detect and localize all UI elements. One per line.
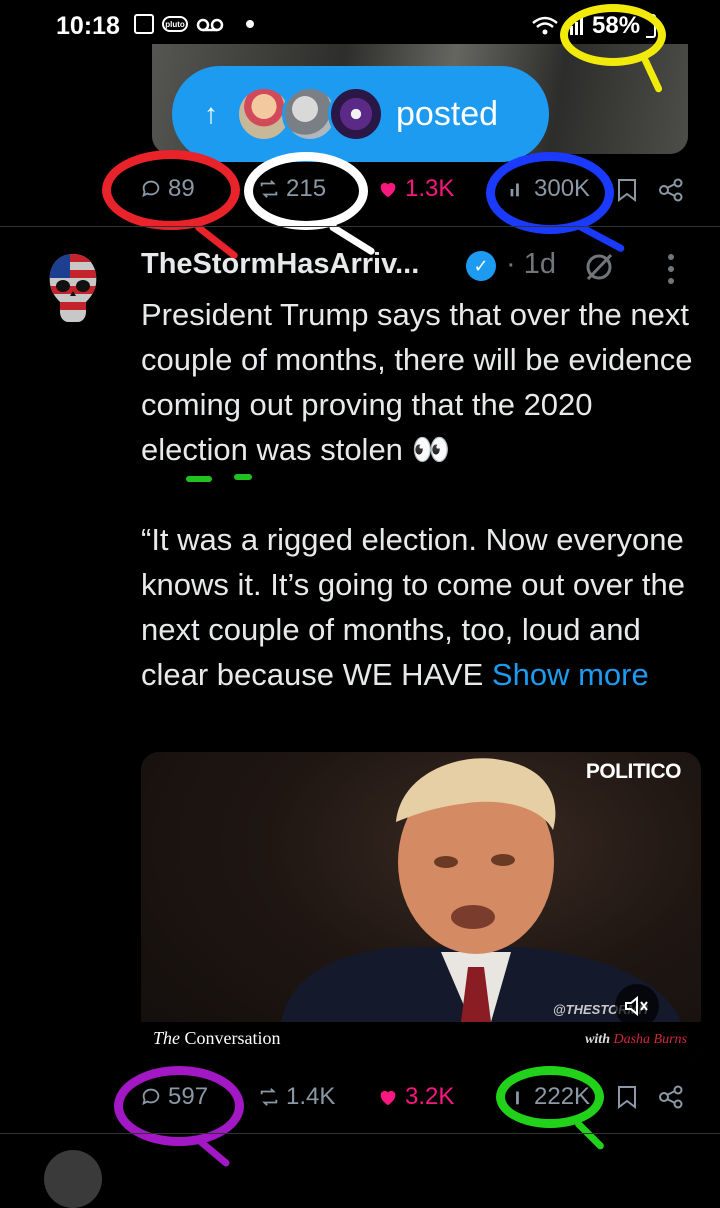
mute-icon[interactable] [615, 984, 659, 1028]
blue-annotation-ring [486, 152, 614, 234]
pluto-icon: pluto [162, 16, 188, 32]
like-button[interactable]: 1.3K [377, 175, 454, 203]
green-annotation-ring [496, 1066, 604, 1128]
show-title-name: Conversation [184, 1028, 281, 1048]
tweet-paragraph-1: President Trump says that over the next … [141, 297, 693, 467]
purple-annotation-tail [195, 1136, 231, 1168]
host-credit-prefix: with [585, 1032, 610, 1047]
author-avatar[interactable] [44, 252, 102, 336]
politico-logo: POLITICO [585, 760, 682, 783]
avatar [328, 86, 384, 142]
purple-annotation-ring [114, 1066, 244, 1146]
wifi-icon [532, 16, 558, 35]
tweet-paragraph-2: “It was a rigged election. Now everyone … [141, 517, 701, 697]
posted-avatars [236, 86, 384, 142]
bookmark-icon[interactable] [616, 178, 638, 202]
video-player[interactable]: POLITICO @THESTORMH The Conversation wit… [141, 752, 701, 1060]
post-separator [0, 1133, 720, 1134]
verified-badge-icon: ✓ [466, 251, 496, 281]
show-more-link[interactable]: Show more [492, 657, 649, 692]
post-age: · 1d [506, 248, 556, 280]
host-name: Dasha Burns [613, 1032, 687, 1047]
repost-button[interactable]: 1.4K [258, 1083, 335, 1111]
share-icon[interactable] [658, 1085, 684, 1109]
like-button[interactable]: 3.2K [377, 1083, 454, 1111]
voicemail-icon [196, 18, 224, 32]
grok-icon[interactable] [584, 252, 614, 282]
posted-label: posted [396, 94, 499, 133]
green-underline-mark [234, 474, 252, 480]
like-count: 3.2K [405, 1083, 455, 1110]
like-count: 1.3K [405, 175, 455, 202]
heart-icon [380, 1090, 396, 1106]
show-title-prefix: The [153, 1028, 180, 1048]
repost-count: 1.4K [286, 1083, 336, 1110]
more-options-icon[interactable] [666, 254, 676, 284]
red-annotation-ring [102, 150, 240, 230]
new-posts-pill[interactable]: ↑ posted [172, 66, 549, 162]
green-annotation-tail [573, 1119, 606, 1151]
tweet-text: President Trump says that over the next … [141, 292, 701, 697]
show-title: The Conversation [153, 1028, 281, 1049]
bookmark-icon[interactable] [616, 1085, 638, 1109]
image-icon [134, 14, 154, 34]
video-frame-person [281, 758, 681, 1022]
yellow-annotation-ring [560, 4, 666, 66]
arrow-up-icon: ↑ [204, 98, 218, 129]
post-separator [0, 226, 720, 227]
repost-icon [260, 1088, 278, 1106]
share-icon[interactable] [658, 178, 684, 202]
host-credit: with Dasha Burns [585, 1032, 687, 1048]
status-notification-icons: pluto [134, 14, 254, 34]
heart-icon [380, 182, 396, 198]
dot-icon [246, 20, 254, 28]
white-annotation-ring [244, 152, 368, 230]
author-name[interactable]: TheStormHasArriv... [141, 248, 419, 281]
green-underline-mark [186, 476, 212, 482]
status-time: 10:18 [56, 12, 120, 40]
